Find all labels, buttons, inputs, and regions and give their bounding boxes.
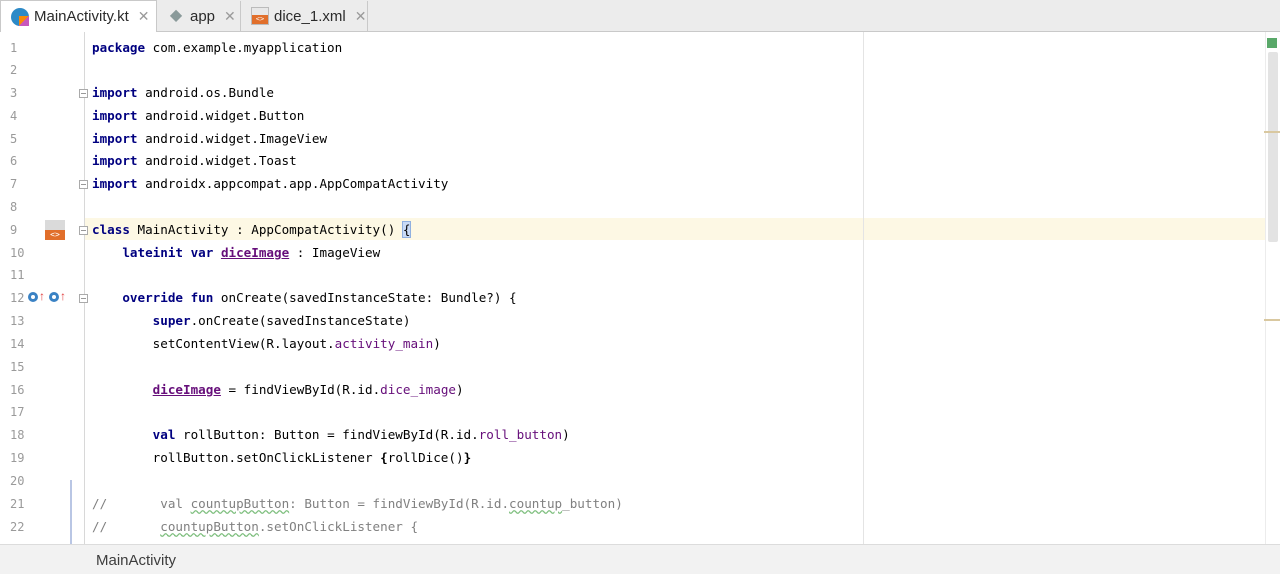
- breadcrumb: MainActivity: [0, 544, 1280, 574]
- code-editor[interactable]: 1 2 3 4 5 6 7 8 9 10 11 12 13 14 15 16 1…: [0, 32, 1280, 544]
- line-number: 9: [10, 223, 18, 237]
- code-line: override fun onCreate(savedInstanceState…: [122, 290, 517, 305]
- line-number: 4: [10, 109, 18, 123]
- change-marker[interactable]: [70, 480, 72, 544]
- line-number: 13: [10, 314, 25, 328]
- code-line: setContentView(R.layout.activity_main): [152, 336, 441, 351]
- code-line: class MainActivity : AppCompatActivity()…: [92, 221, 412, 238]
- code-line: import androidx.appcompat.app.AppCompatA…: [92, 176, 449, 191]
- overrides-method-icon[interactable]: ↑: [49, 290, 67, 304]
- line-number: 3: [10, 86, 18, 100]
- error-stripe-marker[interactable]: [1264, 319, 1280, 321]
- tab-mainactivity-kt[interactable]: MainActivity.kt ✕: [0, 0, 157, 32]
- vertical-scrollbar[interactable]: [1265, 32, 1280, 544]
- line-number: 16: [10, 383, 25, 397]
- android-module-icon: ◆: [169, 7, 183, 24]
- inspection-ok-icon[interactable]: [1267, 38, 1277, 48]
- tab-app[interactable]: ◆ app ✕: [157, 1, 241, 31]
- code-line: diceImage = findViewById(R.id.dice_image…: [152, 382, 464, 397]
- close-icon[interactable]: ✕: [138, 8, 150, 25]
- code-line: import android.widget.Button: [92, 108, 305, 123]
- fold-marker[interactable]: [79, 226, 88, 235]
- code-line: // countupButton.setOnClickListener {: [92, 519, 419, 534]
- line-number: 1: [10, 41, 18, 55]
- code-line: val rollButton: Button = findViewById(R.…: [152, 427, 570, 442]
- fold-marker[interactable]: [79, 294, 88, 303]
- code-line: // val countupButton: Button = findViewB…: [92, 496, 623, 511]
- tab-label: MainActivity.kt: [34, 8, 129, 25]
- line-number: 17: [10, 405, 25, 419]
- line-number: 7: [10, 177, 18, 191]
- line-number: 22: [10, 520, 25, 534]
- code-line: super.onCreate(savedInstanceState): [152, 313, 411, 328]
- code-line: lateinit var diceImage : ImageView: [122, 245, 381, 260]
- line-number: 6: [10, 154, 18, 168]
- line-number: 15: [10, 360, 25, 374]
- xml-layout-icon[interactable]: [45, 220, 65, 240]
- overrides-method-icon[interactable]: ↑: [28, 290, 46, 304]
- matched-brace: {: [401, 221, 412, 238]
- line-number: 8: [10, 200, 18, 214]
- line-number: 14: [10, 337, 25, 351]
- kotlin-file-icon: [11, 7, 29, 26]
- fold-marker[interactable]: [79, 89, 88, 98]
- line-number: 10: [10, 246, 25, 260]
- line-number: 20: [10, 474, 25, 488]
- line-number: 5: [10, 132, 18, 146]
- code-line: package com.example.myapplication: [92, 40, 343, 55]
- error-stripe-marker[interactable]: [1264, 131, 1280, 133]
- code-line: import android.widget.Toast: [92, 153, 297, 168]
- line-number: 19: [10, 451, 25, 465]
- line-number: 11: [10, 268, 25, 282]
- close-icon[interactable]: ✕: [355, 8, 367, 25]
- right-margin-guide: [863, 32, 864, 544]
- close-icon[interactable]: ✕: [224, 8, 236, 25]
- line-number: 18: [10, 428, 25, 442]
- editor-tab-bar: MainActivity.kt ✕ ◆ app ✕ dice_1.xml ✕: [0, 0, 1280, 32]
- scrollbar-thumb[interactable]: [1268, 52, 1278, 242]
- xml-file-icon: [251, 7, 269, 25]
- tab-dice-1-xml[interactable]: dice_1.xml ✕: [241, 1, 368, 31]
- line-number: 2: [10, 63, 18, 77]
- fold-marker[interactable]: [79, 180, 88, 189]
- code-line: import android.os.Bundle: [92, 85, 274, 100]
- line-number: 21: [10, 497, 25, 511]
- breadcrumb-item-mainactivity[interactable]: MainActivity: [96, 552, 176, 569]
- tab-label: app: [190, 7, 216, 25]
- gutter-separator: [84, 32, 85, 544]
- code-line: import android.widget.ImageView: [92, 131, 328, 146]
- code-line: rollButton.setOnClickListener {rollDice(…: [152, 450, 472, 465]
- tab-label: dice_1.xml: [274, 7, 346, 25]
